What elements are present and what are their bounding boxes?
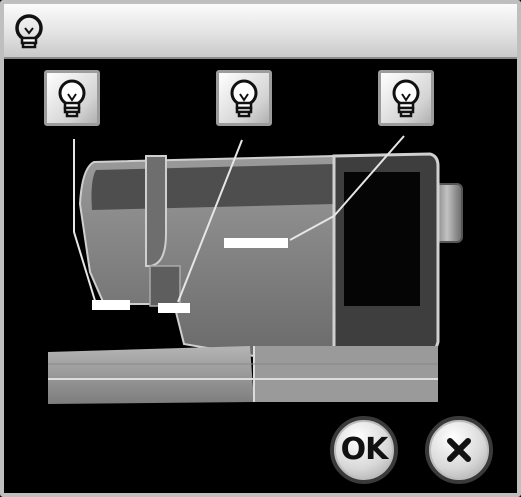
light-spot-right xyxy=(224,238,288,248)
lightbulb-icon xyxy=(230,79,258,118)
ok-button[interactable]: OK xyxy=(330,416,398,484)
cancel-button[interactable] xyxy=(425,416,493,484)
lights-dialog: OK xyxy=(0,0,521,497)
light-left-button[interactable] xyxy=(44,70,100,126)
ok-button-label: OK xyxy=(340,432,389,467)
lightbulb-icon xyxy=(58,79,86,118)
light-spot-left xyxy=(92,300,130,310)
close-icon xyxy=(447,438,471,462)
lightbulb-icon xyxy=(392,79,420,118)
light-right-button[interactable] xyxy=(378,70,434,126)
light-spot-center xyxy=(158,303,190,313)
light-center-button[interactable] xyxy=(216,70,272,126)
